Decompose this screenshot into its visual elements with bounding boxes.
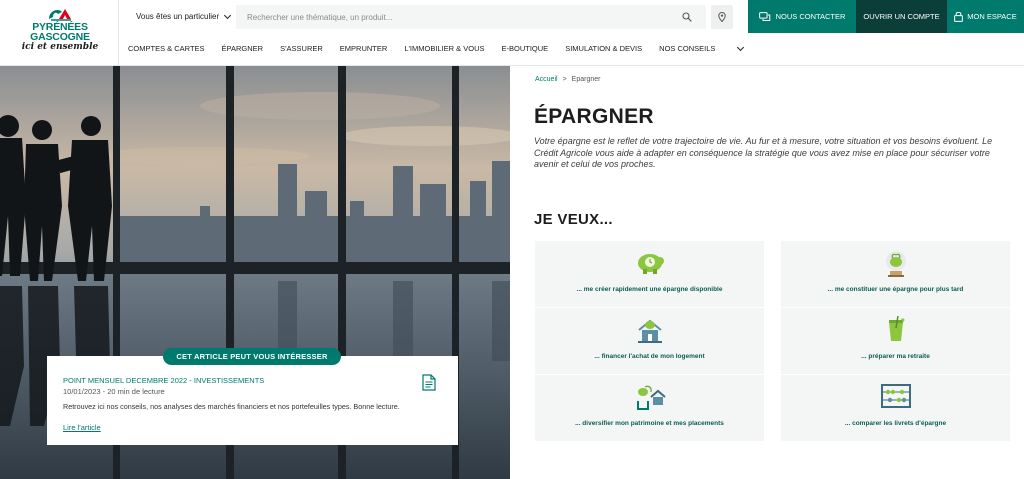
goal-tile-comparer-livrets[interactable]: ... comparer les livrets d'épargne [781, 375, 1010, 441]
main-nav: COMPTES & CARTES ÉPARGNER S'ASSURER EMPR… [128, 43, 777, 53]
article-meta: 10/01/2023 - 20 min de lecture [63, 387, 165, 396]
nav-item-e-boutique[interactable]: E-BOUTIQUE [502, 44, 549, 53]
nav-item-immobilier[interactable]: L'IMMOBILIER & VOUS [404, 44, 484, 53]
my-space-label: MON ESPACE [967, 12, 1017, 21]
profile-selector[interactable]: Vous êtes un particulier [136, 11, 232, 21]
brand-name-line2: GASCOGNE [30, 31, 90, 43]
goals-heading: JE VEUX... [534, 211, 613, 228]
article-badge: CET ARTICLE PEUT VOUS INTÉRESSER [163, 348, 341, 365]
chevron-down-icon [224, 11, 232, 19]
nav-item-comptes-cartes[interactable]: COMPTES & CARTES [128, 44, 205, 53]
document-icon [422, 374, 436, 391]
breadcrumb-separator: > [562, 76, 567, 83]
my-space-button[interactable]: MON ESPACE [947, 0, 1024, 33]
cocktail-drink-icon [888, 316, 904, 341]
brand-logo[interactable]: PYRÉNÉES GASCOGNE ici et ensemble [20, 6, 100, 62]
page-intro: Votre épargne est le reflet de votre tra… [534, 136, 993, 169]
goal-tile-retraite[interactable]: ... préparer ma retraite [781, 308, 1010, 374]
article-card[interactable]: POINT MENSUEL DECEMBRE 2022 - INVESTISSE… [47, 356, 458, 445]
header-divider [118, 0, 119, 66]
search-bar [236, 5, 706, 29]
open-account-label: OUVRIR UN COMPTE [863, 12, 940, 21]
lock-icon [954, 11, 964, 22]
house-money-icon [637, 319, 662, 343]
goal-tile-label: ... diversifier mon patrimoine et mes pl… [575, 420, 724, 427]
credit-agricole-logo-icon [49, 9, 71, 21]
nav-item-nos-conseils-label: NOS CONSEILS [659, 44, 716, 53]
map-pin-icon [718, 12, 726, 22]
abacus-icon [880, 384, 911, 408]
goal-tile-epargne-plus-tard[interactable]: ... me constituer une épargne pour plus … [781, 241, 1010, 307]
nav-item-emprunter[interactable]: EMPRUNTER [340, 44, 388, 53]
goal-tile-label: ... me créer rapidement une épargne disp… [576, 286, 723, 293]
contact-button[interactable]: NOUS CONTACTER [748, 0, 856, 33]
profile-selector-label: Vous êtes un particulier [136, 12, 220, 21]
goal-tile-diversifier[interactable]: ... diversifier mon patrimoine et mes pl… [535, 375, 764, 441]
contact-button-label: NOUS CONTACTER [775, 12, 846, 21]
read-article-link[interactable]: Lire l'article [63, 423, 101, 432]
breadcrumb-current: Epargner [571, 76, 601, 83]
goal-tile-epargne-disponible[interactable]: ... me créer rapidement une épargne disp… [535, 241, 764, 307]
goals-grid: ... me créer rapidement une épargne disp… [535, 241, 1024, 441]
goal-tile-label: ... financer l'achat de mon logement [594, 353, 705, 360]
nav-item-nos-conseils[interactable]: NOS CONSEILS [659, 43, 760, 53]
nav-item-epargner[interactable]: ÉPARGNER [222, 44, 264, 53]
goal-tile-achat-logement[interactable]: ... financer l'achat de mon logement [535, 308, 764, 374]
open-account-button[interactable]: OUVRIR UN COMPTE [856, 0, 947, 33]
piggy-bank-icon [637, 254, 664, 274]
goal-tile-label: ... comparer les livrets d'épargne [844, 420, 947, 427]
article-description: Retrouvez ici nos conseils, nos analyses… [63, 402, 400, 411]
brand-tagline: ici et ensemble [21, 42, 99, 52]
goal-tile-label: ... me constituer une épargne pour plus … [827, 286, 964, 293]
nav-item-simulation-devis[interactable]: SIMULATION & DEVIS [565, 44, 642, 53]
article-title[interactable]: POINT MENSUEL DECEMBRE 2022 - INVESTISSE… [63, 376, 264, 385]
money-plant-icon [885, 251, 906, 277]
site-header: PYRÉNÉES GASCOGNE ici et ensemble Vous ê… [0, 0, 1024, 66]
location-button[interactable] [711, 5, 733, 29]
search-input[interactable] [236, 5, 666, 29]
diversify-icon [636, 385, 666, 410]
page-title: ÉPARGNER [534, 105, 654, 128]
breadcrumb-home[interactable]: Accueil [535, 76, 558, 83]
nav-item-s-assurer[interactable]: S'ASSURER [280, 44, 323, 53]
chevron-down-icon [737, 43, 745, 51]
search-icon[interactable] [682, 12, 692, 22]
chat-bubbles-icon [758, 11, 770, 21]
goal-tile-label: ... préparer ma retraite [861, 353, 930, 360]
breadcrumb: Accueil > Epargner [535, 76, 600, 83]
